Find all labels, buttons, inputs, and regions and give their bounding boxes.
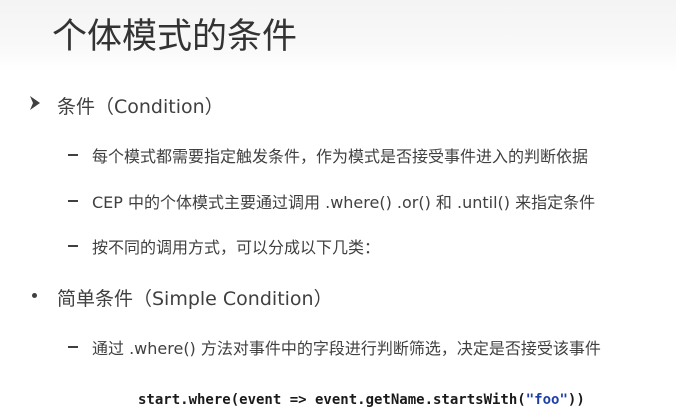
code-example: start.where(event => event.getName.start…	[138, 392, 585, 408]
subitem-categories: 按不同的调用方式，可以分成以下几类：	[92, 238, 381, 257]
dash-bullet-icon	[68, 154, 78, 156]
dash-bullet-icon	[68, 245, 78, 247]
dash-bullet-icon	[68, 346, 78, 348]
subitem-where-filter: 通过 .where() 方法对事件中的字段进行判断筛选，决定是否接受该事件	[92, 339, 601, 358]
code-suffix: ))	[567, 392, 585, 408]
dash-bullet-icon	[68, 200, 78, 202]
arrow-bullet-icon	[30, 96, 40, 110]
bullet-condition: 条件（Condition）	[57, 96, 224, 118]
code-prefix: start.where(event => event.getName.start…	[138, 392, 526, 408]
subitem-trigger-condition: 每个模式都需要指定触发条件，作为模式是否接受事件进入的判断依据	[92, 147, 589, 166]
slide-title: 个体模式的条件	[52, 17, 298, 57]
dot-bullet-icon	[32, 293, 37, 298]
subitem-where-or-until: CEP 中的个体模式主要通过调用 .where() .or() 和 .until…	[92, 193, 596, 212]
code-string-literal: "foo"	[525, 392, 568, 408]
slide: 个体模式的条件 条件（Condition） 每个模式都需要指定触发条件，作为模式…	[0, 0, 676, 415]
bullet-simple-condition: 简单条件（Simple Condition）	[57, 288, 333, 310]
